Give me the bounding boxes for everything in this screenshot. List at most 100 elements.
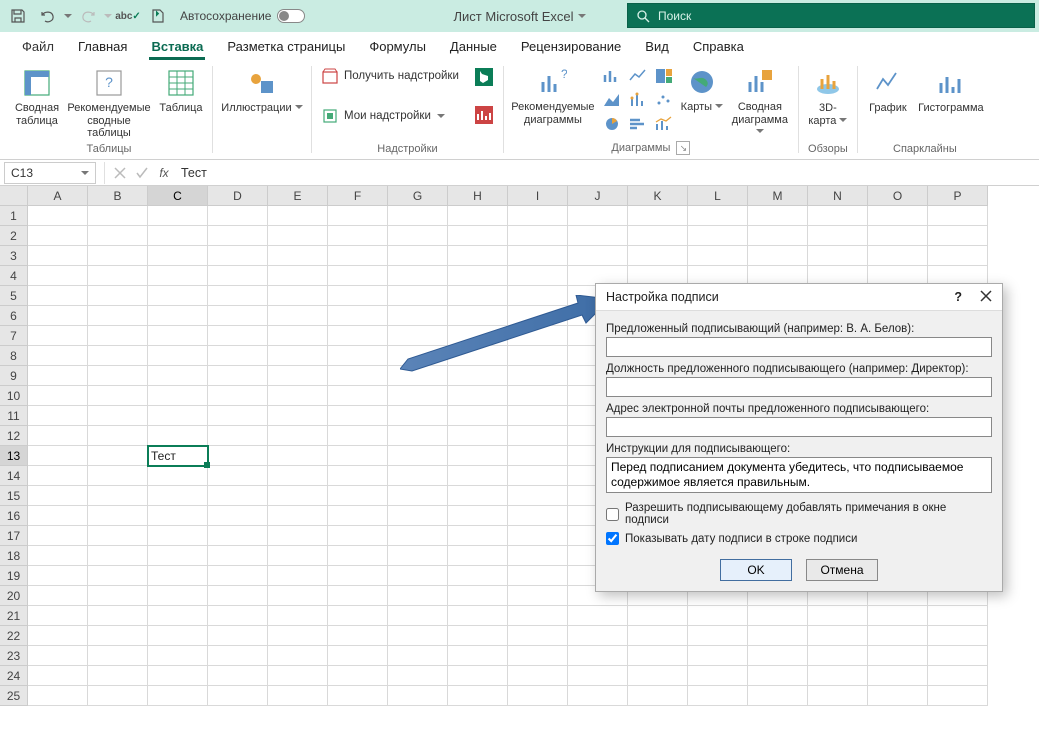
cell[interactable] (88, 626, 148, 646)
cell[interactable] (508, 446, 568, 466)
cell[interactable] (448, 666, 508, 686)
cell[interactable] (448, 626, 508, 646)
confirm-formula-icon[interactable] (131, 162, 153, 184)
cell[interactable] (388, 606, 448, 626)
stats-chart-icon[interactable] (626, 89, 650, 111)
autosave-toggle[interactable]: Автосохранение (180, 9, 305, 23)
cell[interactable] (148, 266, 208, 286)
cell[interactable] (28, 566, 88, 586)
cell[interactable] (388, 246, 448, 266)
cell[interactable] (28, 686, 88, 706)
cell[interactable] (208, 346, 268, 366)
undo-icon[interactable] (34, 4, 62, 28)
cell[interactable] (328, 626, 388, 646)
row-header[interactable]: 21 (0, 606, 28, 626)
cell[interactable] (808, 226, 868, 246)
cell[interactable] (88, 606, 148, 626)
cell[interactable] (628, 646, 688, 666)
cell[interactable] (328, 506, 388, 526)
cell[interactable] (148, 246, 208, 266)
cell[interactable] (688, 646, 748, 666)
cell[interactable] (388, 626, 448, 646)
cell[interactable] (148, 466, 208, 486)
formula-input[interactable]: Тест (175, 166, 1039, 180)
table-button[interactable]: Таблица (156, 62, 206, 115)
cell[interactable] (748, 626, 808, 646)
cell[interactable] (88, 286, 148, 306)
cell[interactable] (688, 686, 748, 706)
cell[interactable] (448, 646, 508, 666)
cell[interactable] (928, 206, 988, 226)
row-header[interactable]: 23 (0, 646, 28, 666)
column-header[interactable]: C (148, 186, 208, 206)
cell[interactable] (88, 246, 148, 266)
cell[interactable] (448, 606, 508, 626)
pivot-chart-button[interactable]: Сводная диаграмма (728, 61, 792, 139)
allow-comments-checkbox[interactable]: Разрешить подписывающему добавлять приме… (606, 502, 992, 526)
cell[interactable] (88, 366, 148, 386)
cell[interactable] (208, 646, 268, 666)
cell[interactable] (328, 646, 388, 666)
cell[interactable]: Тест (148, 446, 208, 466)
cell[interactable] (148, 686, 208, 706)
row-header[interactable]: 22 (0, 626, 28, 646)
cell[interactable] (88, 526, 148, 546)
cell[interactable] (28, 386, 88, 406)
cell[interactable] (28, 466, 88, 486)
dialog-title-bar[interactable]: Настройка подписи ? (596, 284, 1002, 311)
cell[interactable] (808, 666, 868, 686)
cell[interactable] (328, 426, 388, 446)
row-header[interactable]: 13 (0, 446, 28, 466)
cell[interactable] (568, 606, 628, 626)
cell[interactable] (448, 306, 508, 326)
exclusive-mode-icon[interactable] (144, 4, 172, 28)
cell[interactable] (928, 626, 988, 646)
cell[interactable] (688, 226, 748, 246)
cell[interactable] (748, 246, 808, 266)
cell[interactable] (448, 406, 508, 426)
cell[interactable] (88, 306, 148, 326)
cell[interactable] (148, 346, 208, 366)
cell[interactable] (208, 306, 268, 326)
cell[interactable] (268, 446, 328, 466)
cell[interactable] (508, 426, 568, 446)
column-header[interactable]: H (448, 186, 508, 206)
cell[interactable] (508, 546, 568, 566)
row-header[interactable]: 19 (0, 566, 28, 586)
cell[interactable] (88, 386, 148, 406)
show-date-checkbox[interactable]: Показывать дату подписи в строке подписи (606, 532, 992, 545)
cell[interactable] (388, 486, 448, 506)
row-header[interactable]: 12 (0, 426, 28, 446)
cell[interactable] (148, 406, 208, 426)
instructions-input[interactable]: Перед подписанием документа убедитесь, ч… (606, 457, 992, 493)
cell[interactable] (208, 326, 268, 346)
cell[interactable] (388, 466, 448, 486)
cell[interactable] (448, 486, 508, 506)
column-chart-icon[interactable] (600, 65, 624, 87)
cell[interactable] (508, 346, 568, 366)
cell[interactable] (388, 566, 448, 586)
cell[interactable] (448, 566, 508, 586)
cell[interactable] (328, 546, 388, 566)
cell[interactable] (328, 246, 388, 266)
cell[interactable] (148, 306, 208, 326)
cell[interactable] (748, 226, 808, 246)
cell[interactable] (268, 386, 328, 406)
column-header[interactable]: M (748, 186, 808, 206)
cell[interactable] (28, 226, 88, 246)
column-header[interactable]: K (628, 186, 688, 206)
cell[interactable] (928, 246, 988, 266)
cell[interactable] (688, 666, 748, 686)
cell[interactable] (508, 406, 568, 426)
cell[interactable] (208, 466, 268, 486)
cell[interactable] (328, 306, 388, 326)
row-header[interactable]: 8 (0, 346, 28, 366)
cell[interactable] (208, 226, 268, 246)
cell[interactable] (808, 206, 868, 226)
cell[interactable] (148, 326, 208, 346)
cell[interactable] (808, 246, 868, 266)
cell[interactable] (268, 346, 328, 366)
cell[interactable] (508, 586, 568, 606)
cell[interactable] (268, 526, 328, 546)
cell[interactable] (508, 266, 568, 286)
